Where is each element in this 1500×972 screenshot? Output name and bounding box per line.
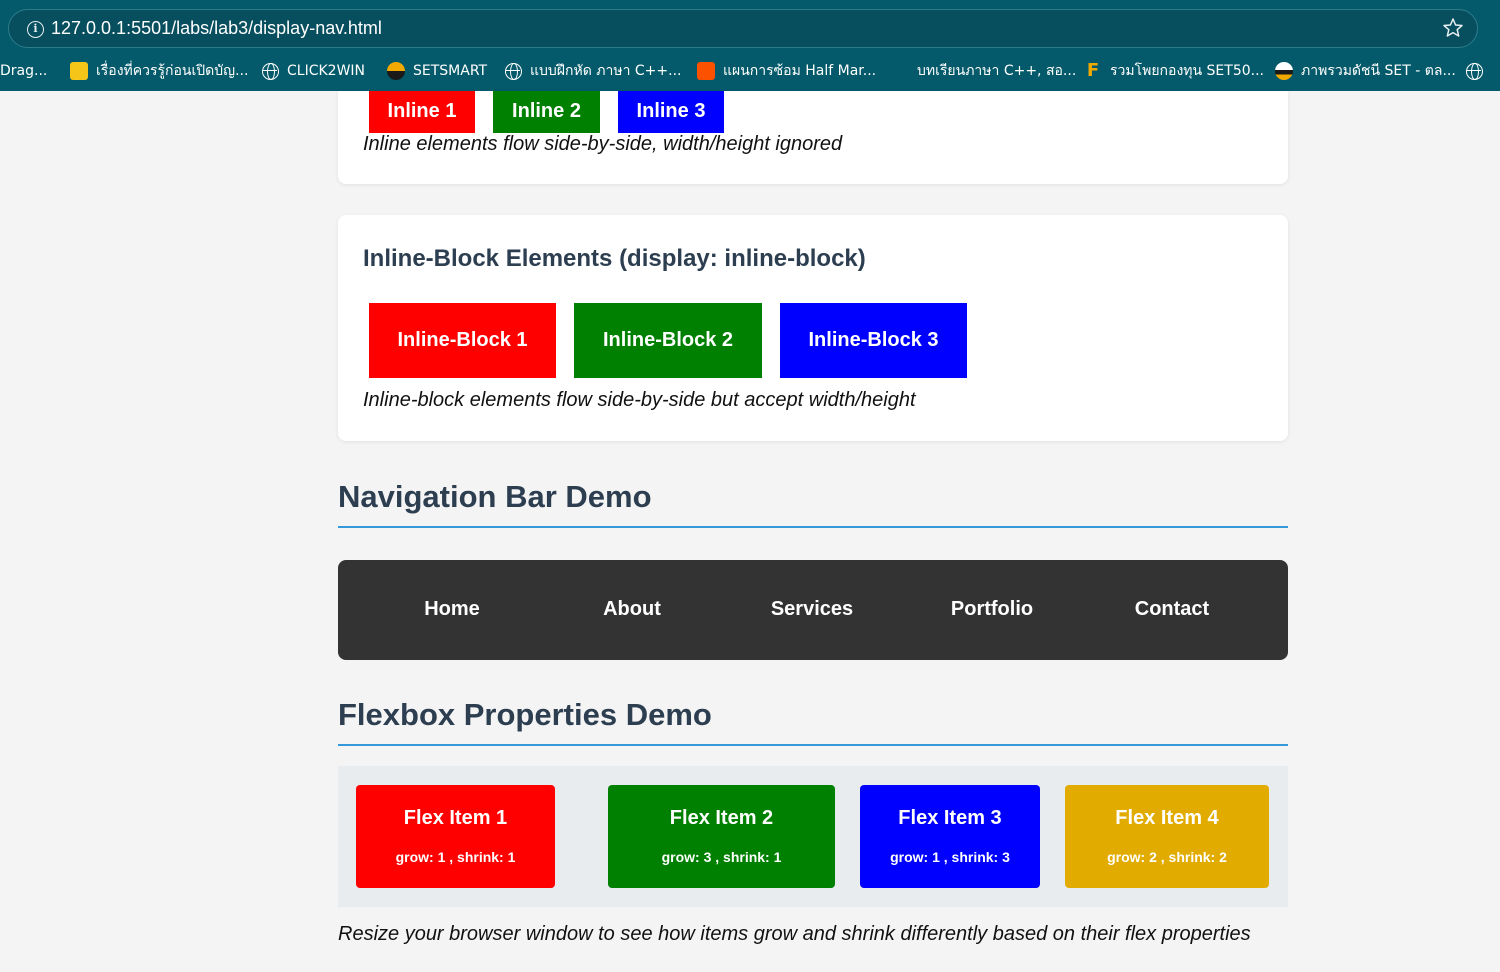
inline-elements-card: Inline 1 Inline 2 Inline 3 Inline elemen… <box>338 91 1288 184</box>
globe-icon <box>1466 62 1483 80</box>
bookmarks-bar: Drag... เรื่องที่ควรรู้ก่อนเปิดบัญ... CL… <box>0 56 1500 86</box>
nav-link-home[interactable]: Home <box>362 598 542 621</box>
f-icon: F <box>1086 60 1100 81</box>
bookmark-item[interactable] <box>1466 61 1491 83</box>
bookmark-item[interactable]: CLICK2WIN <box>262 61 365 83</box>
nav-section-divider <box>338 526 1288 528</box>
flex-section-title: Flexbox Properties Demo <box>338 697 712 732</box>
flex-note: Resize your browser window to see how it… <box>338 923 1251 945</box>
inline-box-2: Inline 2 <box>493 91 600 133</box>
inline-block-title: Inline-Block Elements (display: inline-b… <box>363 245 866 272</box>
globe-icon <box>262 62 279 80</box>
flex-item-title: Flex Item 2 <box>669 807 774 829</box>
nav-link-portfolio[interactable]: Portfolio <box>902 598 1082 621</box>
nav-link-about[interactable]: About <box>542 598 722 621</box>
bank-icon <box>70 62 88 80</box>
nav-section-title: Navigation Bar Demo <box>338 479 652 514</box>
set-icon <box>1275 62 1293 80</box>
address-bar[interactable]: i 127.0.0.1:5501/labs/lab3/display-nav.h… <box>8 9 1478 48</box>
flex-item-4: Flex Item 4 grow: 2 , shrink: 2 <box>1065 785 1269 888</box>
flex-item-title: Flex Item 1 <box>403 807 508 829</box>
inline-note: Inline elements flow side-by-side, width… <box>363 133 843 155</box>
bookmark-star-icon[interactable] <box>1441 16 1465 40</box>
bookmark-item[interactable]: SETSMART <box>387 61 487 83</box>
inline-box-1: Inline 1 <box>369 91 475 133</box>
bookmark-item[interactable]: เรื่องที่ควรรู้ก่อนเปิดบัญ... <box>70 61 248 83</box>
flex-item-2: Flex Item 2 grow: 3 , shrink: 1 <box>608 785 835 888</box>
flex-item-props: grow: 1 , shrink: 1 <box>395 849 516 865</box>
bookmark-item[interactable]: แบบฝึกหัด ภาษา C++... <box>505 61 681 83</box>
inline-block-box-2: Inline-Block 2 <box>574 303 762 378</box>
flex-item-title: Flex Item 4 <box>1115 807 1219 829</box>
nav-link-contact[interactable]: Contact <box>1082 598 1262 621</box>
nav-link-services[interactable]: Services <box>722 598 902 621</box>
flex-item-props: grow: 3 , shrink: 1 <box>661 849 782 865</box>
demo-navbar: Home About Services Portfolio Contact <box>338 560 1288 660</box>
setsmart-icon <box>387 62 405 80</box>
inline-block-box-1: Inline-Block 1 <box>369 303 556 378</box>
bookmark-item[interactable]: Drag... <box>0 61 47 83</box>
bookmark-item[interactable]: บทเรียนภาษา C++, สอ... <box>917 61 1076 83</box>
globe-icon <box>505 62 522 80</box>
bookmark-item[interactable]: แผนการซ้อม Half Mar... <box>697 61 876 83</box>
flex-section-divider <box>338 744 1288 746</box>
bookmark-item[interactable]: F รวมโพยกองทุน SET50... <box>1084 61 1264 83</box>
site-info-icon[interactable]: i <box>27 21 44 38</box>
url-text[interactable]: 127.0.0.1:5501/labs/lab3/display-nav.htm… <box>51 18 382 39</box>
browser-chrome: i 127.0.0.1:5501/labs/lab3/display-nav.h… <box>0 0 1500 91</box>
inline-block-card: Inline-Block Elements (display: inline-b… <box>338 215 1288 441</box>
flex-item-1: Flex Item 1 grow: 1 , shrink: 1 <box>356 785 555 888</box>
flex-item-title: Flex Item 3 <box>898 807 1002 829</box>
flex-item-props: grow: 2 , shrink: 2 <box>1107 849 1227 865</box>
inline-box-3: Inline 3 <box>618 91 724 133</box>
flex-item-3: Flex Item 3 grow: 1 , shrink: 3 <box>860 785 1040 888</box>
inline-block-note: Inline-block elements flow side-by-side … <box>363 389 916 411</box>
flex-container: Flex Item 1 grow: 1 , shrink: 1 Flex Ite… <box>338 766 1288 907</box>
bookmark-item[interactable]: ภาพรวมดัชนี SET - ตล... <box>1275 61 1456 83</box>
flex-item-props: grow: 1 , shrink: 3 <box>890 849 1010 865</box>
inline-block-box-3: Inline-Block 3 <box>780 303 967 378</box>
strava-icon <box>697 62 715 80</box>
